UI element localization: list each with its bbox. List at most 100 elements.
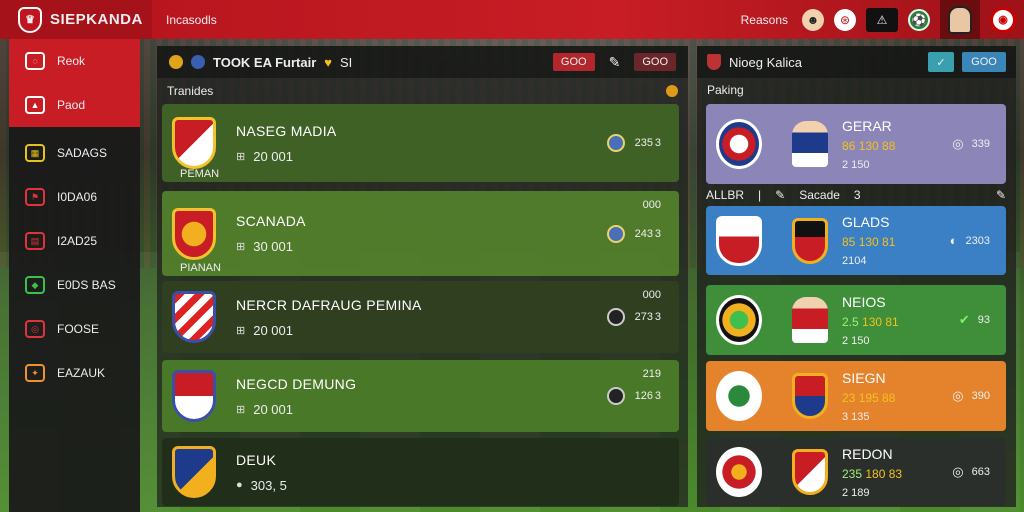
sidebar-item-label: SADAGS	[57, 146, 108, 160]
sidebar-item-foose[interactable]: ◎ FOOSE	[9, 307, 140, 351]
edit-icon[interactable]: ✎	[996, 188, 1006, 202]
reasons-link[interactable]: Reasons	[741, 13, 788, 27]
stat-secondary: 195 88	[858, 390, 896, 405]
check-icon[interactable]: ✔	[959, 312, 970, 328]
check-button[interactable]: ✓	[928, 52, 954, 72]
sidebar-item-i2ad25[interactable]: ▤ I2AD25	[9, 219, 140, 263]
club-crest-icon	[792, 449, 828, 495]
toggle-icon[interactable]: ◐	[950, 233, 958, 248]
top-right-tools: Reasons ☻ ⊛ ⚠ ⚽ ◉	[741, 0, 1016, 39]
warning-icon[interactable]: ⚠	[866, 7, 898, 32]
club-name: GLADS	[842, 214, 890, 230]
info-icon[interactable]: ◎	[952, 388, 963, 404]
team-card[interactable]: NEGCD DEMUNG ⊞ 20 001 126 3 219	[162, 360, 679, 432]
profile-icon[interactable]: ◉	[990, 6, 1016, 33]
section-label: Tranides	[167, 84, 214, 98]
team-card[interactable]: NERCR DAFRAUG PEMINA ⊞ 20 001 273 3 000	[162, 281, 679, 353]
manager-avatar[interactable]	[940, 0, 980, 39]
team-count: 3	[654, 390, 661, 402]
filter-all[interactable]: ALLBR	[706, 188, 744, 202]
star-icon: ✦	[25, 364, 45, 382]
sidebar-item-label: Reok	[57, 54, 86, 68]
ranking-card[interactable]: SIEGN 23 195 88 3 135 ◎ 390	[706, 361, 1006, 431]
club-crest-icon	[716, 215, 762, 266]
team-score: 126	[634, 390, 653, 402]
ranking-card[interactable]: NEIOS 2.5 130 81 2 150 ✔ 93	[706, 285, 1006, 355]
sidebar-item-label: EAZAUK	[57, 366, 106, 380]
club-name: NEIOS	[842, 293, 886, 310]
club-crest-icon	[169, 55, 183, 69]
header-actions: GOO ✎ GOO	[552, 53, 676, 71]
club-logo-icon: ♛	[18, 6, 42, 33]
team-card[interactable]: SCANADA ⊞ 30 001 243 3 000 PIANAN	[162, 191, 679, 276]
team-crest-icon	[172, 291, 216, 343]
sidebar-item-i0da06[interactable]: ⚑ I0DA06	[9, 175, 140, 219]
section-header: Tranides	[157, 78, 688, 104]
top-bar: ♛ SIEPKANDA Incasodls Reasons ☻ ⊛ ⚠ ⚽ ◉	[0, 0, 1024, 39]
header-button[interactable]: GOO	[962, 52, 1006, 72]
league-badge-icon[interactable]: ⚽	[908, 8, 930, 31]
stats-icon: ⊞	[236, 241, 246, 253]
chat-bubble-icon: ◌	[25, 52, 45, 70]
header-button-1[interactable]: GOO	[552, 53, 595, 71]
sidebar-item-label: E0DS BAS	[57, 278, 116, 292]
stat-primary: 23	[842, 390, 856, 405]
info-icon[interactable]: ◎	[952, 136, 963, 152]
team-top-value: 000	[642, 199, 661, 211]
team-name: DEUK	[236, 451, 277, 468]
stats-icon: ⊞	[236, 150, 246, 163]
rank-value: 2303	[965, 234, 990, 247]
panel-title: TOOK EA Furtair	[213, 54, 317, 70]
team-top-value: 219	[642, 368, 661, 380]
ball-icon: ◎	[25, 320, 45, 338]
header-button-2[interactable]: GOO	[634, 53, 676, 71]
sidebar-item-eazauk[interactable]: ✦ EAZAUK	[9, 351, 140, 395]
club-name: REDON	[842, 445, 893, 462]
stat-primary: 2.5	[842, 314, 859, 329]
ranking-card[interactable]: GLADS 85 130 81 2104 ◐ 2303	[706, 206, 1006, 275]
sidebar-item-label: I2AD25	[57, 234, 98, 248]
panel-title: Nioeg Kalica	[729, 54, 802, 70]
transfers-panel: TOOK EA Furtair ♥ SI GOO ✎ GOO Tranides …	[157, 46, 688, 507]
top-nav-link[interactable]: Incasodls	[166, 13, 217, 27]
stat-secondary: 180 83	[865, 466, 903, 481]
team-value: 303, 5	[250, 477, 287, 493]
sidebar-item-reok[interactable]: ◌ Reok	[9, 39, 140, 83]
filter-sacade[interactable]: Sacade	[799, 188, 840, 202]
club-crest-icon	[716, 295, 762, 345]
league-icon	[606, 134, 625, 152]
rank-value: 390	[971, 390, 990, 402]
flag-icon: ⚑	[25, 188, 45, 206]
team-value: 30 001	[253, 239, 293, 254]
edit-icon[interactable]: ✎	[775, 188, 785, 202]
ranking-card[interactable]: GERAR 86 130 88 2 150 ◎ 339	[706, 104, 1006, 184]
league-icon	[606, 387, 625, 405]
club-badge-icon[interactable]: ⊛	[834, 8, 856, 31]
stat-primary: 235	[842, 466, 863, 481]
grid-icon: ▦	[25, 144, 45, 162]
team-value: 20 001	[253, 148, 293, 164]
player-face-icon[interactable]: ☻	[802, 8, 824, 31]
team-card[interactable]: NASEG MADIA ⊞ 20 001 235 3 PEMAN	[162, 104, 679, 182]
sidebar-item-sadags[interactable]: ▦ SADAGS	[9, 131, 140, 175]
league-icon	[606, 308, 625, 326]
brand[interactable]: ♛ SIEPKANDA	[0, 0, 152, 39]
team-name: NASEG MADIA	[236, 122, 337, 139]
league-icon	[606, 224, 625, 243]
team-score: 243	[634, 227, 653, 240]
sidebar-item-label: Paod	[57, 98, 86, 112]
team-card[interactable]: DEUK ● 303, 5	[162, 438, 679, 506]
team-label: PIANAN	[180, 262, 221, 274]
team-score: 235	[634, 137, 653, 149]
team-score: 273	[634, 311, 653, 323]
ranking-card[interactable]: REDON 235 180 83 2 189 ◎ 663	[706, 438, 1006, 506]
team-value: 20 001	[253, 322, 293, 338]
stats-icon: ⊞	[236, 324, 246, 337]
sidebar-item-e0ds-bas[interactable]: ◆ E0DS BAS	[9, 263, 140, 307]
panel-title-suffix: SI	[340, 54, 353, 70]
sidebar-item-paod[interactable]: ▲ Paod	[9, 83, 140, 127]
stat-primary: 85	[842, 235, 856, 249]
info-icon[interactable]: ◎	[952, 464, 963, 480]
edit-icon[interactable]: ✎	[609, 54, 621, 71]
coin-icon[interactable]	[666, 85, 678, 97]
